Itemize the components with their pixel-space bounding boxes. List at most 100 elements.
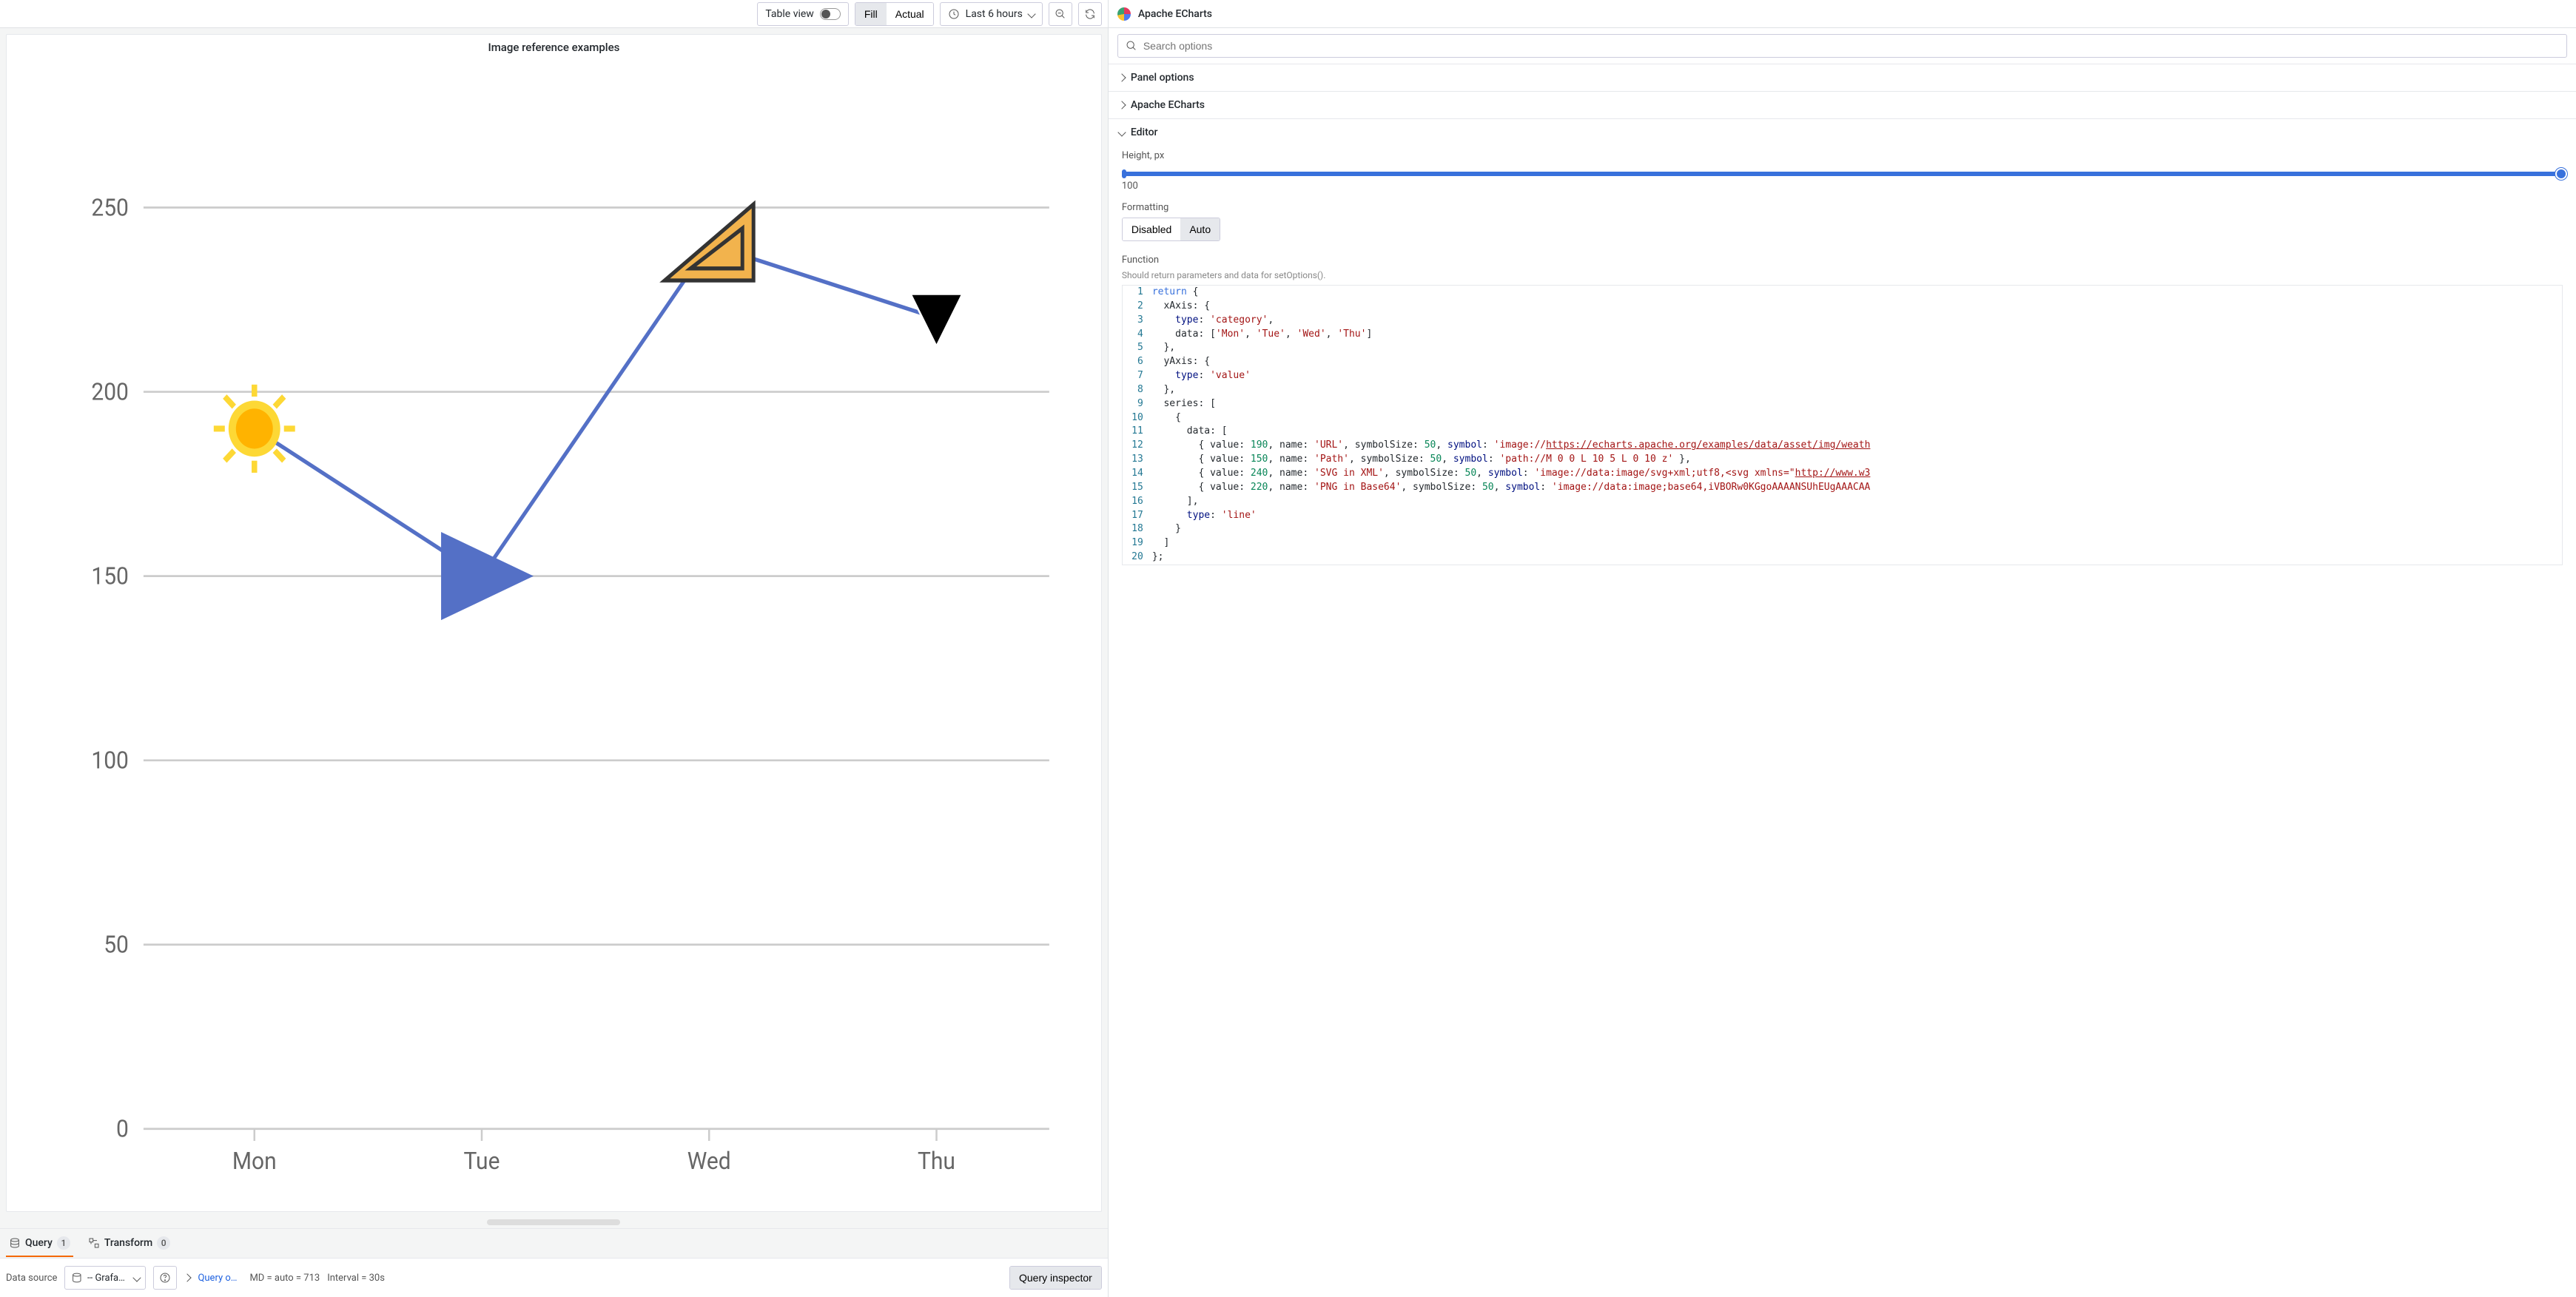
fill-button[interactable]: Fill (855, 3, 887, 25)
interval-info: Interval = 30s (327, 1273, 385, 1284)
section-editor-label: Editor (1131, 127, 1158, 138)
zoom-out-icon (1055, 8, 1066, 20)
tab-transform-label: Transform (104, 1237, 152, 1249)
symbol-sun (214, 385, 295, 473)
code-line[interactable]: 20}; (1123, 550, 2562, 565)
clock-icon (948, 8, 960, 20)
datasource-label: Data source (6, 1273, 57, 1284)
code-line[interactable]: 10 { (1123, 411, 2562, 425)
database-icon (9, 1237, 21, 1249)
chevron-right-icon (1117, 73, 1126, 81)
code-line[interactable]: 1return { (1123, 286, 2562, 300)
tab-query[interactable]: Query 1 (6, 1230, 73, 1257)
slider-thumb[interactable] (2555, 168, 2567, 180)
svg-text:150: 150 (91, 562, 129, 590)
time-range-picker[interactable]: Last 6 hours (940, 2, 1043, 26)
svg-text:Tue: Tue (464, 1147, 500, 1175)
chevron-down-icon (132, 1273, 141, 1281)
query-count-badge: 1 (57, 1236, 70, 1250)
code-line[interactable]: 4 data: ['Mon', 'Tue', 'Wed', 'Thu'] (1123, 328, 2562, 342)
chevron-down-icon (1117, 128, 1126, 136)
right-header-title: Apache ECharts (1138, 8, 1212, 20)
code-line[interactable]: 17 type: 'line' (1123, 509, 2562, 523)
fill-actual-toggle: Fill Actual (855, 2, 934, 26)
table-view-toggle[interactable]: Table view (757, 2, 849, 26)
height-label: Height, px (1122, 150, 2563, 161)
chevron-right-icon (184, 1273, 192, 1281)
search-icon (1126, 40, 1137, 52)
table-view-label: Table view (765, 8, 814, 20)
question-icon (159, 1272, 171, 1284)
section-apache-echarts-label: Apache ECharts (1131, 99, 1205, 111)
height-slider[interactable] (1122, 172, 2563, 176)
symbol-triangle-right (441, 532, 534, 620)
code-line[interactable]: 19 ] (1123, 536, 2562, 550)
actual-button[interactable]: Actual (887, 3, 933, 25)
formatting-auto-button[interactable]: Auto (1180, 218, 1220, 240)
datasource-select[interactable]: -- Grafan… (64, 1266, 146, 1290)
search-input[interactable] (1143, 40, 2559, 52)
query-options-link[interactable]: Query op… (198, 1273, 242, 1284)
table-view-switch[interactable] (820, 8, 841, 20)
code-line[interactable]: 3 type: 'category', (1123, 314, 2562, 328)
series-line (255, 244, 937, 576)
chart-panel: Image reference examples 0 50 100 150 (6, 34, 1102, 1212)
code-line[interactable]: 9 series: [ (1123, 397, 2562, 411)
code-line[interactable]: 6 yAxis: { (1123, 355, 2562, 369)
query-bar: Data source -- Grafan… Query op… MD = au… (0, 1258, 1108, 1297)
echarts-logo-icon (1117, 7, 1131, 21)
svg-text:50: 50 (104, 930, 129, 958)
transform-icon (88, 1237, 100, 1249)
refresh-button[interactable] (1078, 2, 1102, 26)
md-info: MD = auto = 713 (249, 1273, 320, 1284)
x-axis: Mon Tue Wed Thu (232, 1129, 955, 1175)
code-line[interactable]: 8 }, (1123, 383, 2562, 397)
function-label: Function (1122, 255, 2563, 266)
chevron-right-icon (1117, 101, 1126, 109)
bottom-tabs: Query 1 Transform 0 (0, 1228, 1108, 1258)
code-line[interactable]: 7 type: 'value' (1123, 369, 2562, 383)
code-line[interactable]: 18 } (1123, 522, 2562, 536)
code-line[interactable]: 15 { value: 220, name: 'PNG in Base64', … (1123, 481, 2562, 495)
function-code-editor[interactable]: 1return {2 xAxis: {3 type: 'category',4 … (1122, 285, 2563, 565)
right-header: Apache ECharts (1109, 0, 2576, 28)
svg-text:250: 250 (91, 193, 129, 221)
code-line[interactable]: 5 }, (1123, 341, 2562, 355)
svg-text:200: 200 (91, 377, 129, 405)
code-line[interactable]: 14 { value: 240, name: 'SVG in XML', sym… (1123, 467, 2562, 481)
transform-count-badge: 0 (157, 1236, 170, 1250)
options-search[interactable] (1117, 34, 2567, 58)
formatting-label: Formatting (1122, 202, 2563, 213)
datasource-help-button[interactable] (153, 1266, 177, 1290)
query-inspector-button[interactable]: Query inspector (1010, 1267, 1101, 1289)
svg-text:100: 100 (91, 746, 129, 774)
section-editor[interactable]: Editor (1109, 119, 2576, 146)
tab-transform[interactable]: Transform 0 (85, 1230, 173, 1257)
code-line[interactable]: 2 xAxis: { (1123, 300, 2562, 314)
section-panel-options[interactable]: Panel options (1109, 64, 2576, 91)
database-icon (71, 1272, 83, 1284)
svg-text:Thu: Thu (918, 1147, 955, 1175)
section-apache-echarts[interactable]: Apache ECharts (1109, 92, 2576, 118)
code-line[interactable]: 13 { value: 150, name: 'Path', symbolSiz… (1123, 453, 2562, 467)
time-range-label: Last 6 hours (966, 8, 1023, 20)
code-line[interactable]: 12 { value: 190, name: 'URL', symbolSize… (1123, 439, 2562, 453)
chevron-down-icon (1027, 10, 1035, 18)
chart-area[interactable]: 0 50 100 150 200 250 (7, 60, 1101, 1211)
formatting-toggle: Disabled Auto (1122, 218, 1220, 241)
panel-toolbar: Table view Fill Actual Last 6 hours (0, 0, 1108, 28)
code-line[interactable]: 11 data: [ (1123, 425, 2562, 439)
formatting-disabled-button[interactable]: Disabled (1123, 218, 1180, 240)
section-panel-options-label: Panel options (1131, 72, 1194, 84)
datasource-value: -- Grafan… (87, 1273, 130, 1284)
refresh-icon (1084, 8, 1096, 20)
tab-query-label: Query (25, 1237, 53, 1249)
svg-text:0: 0 (116, 1114, 129, 1142)
function-hint: Should return parameters and data for se… (1122, 270, 2563, 280)
zoom-out-button[interactable] (1049, 2, 1072, 26)
y-axis: 0 50 100 150 200 250 (91, 193, 1049, 1143)
svg-text:Wed: Wed (687, 1147, 731, 1175)
code-line[interactable]: 16 ], (1123, 495, 2562, 509)
horizontal-scrollbar[interactable] (487, 1219, 620, 1225)
height-value: 100 (1122, 181, 2563, 192)
